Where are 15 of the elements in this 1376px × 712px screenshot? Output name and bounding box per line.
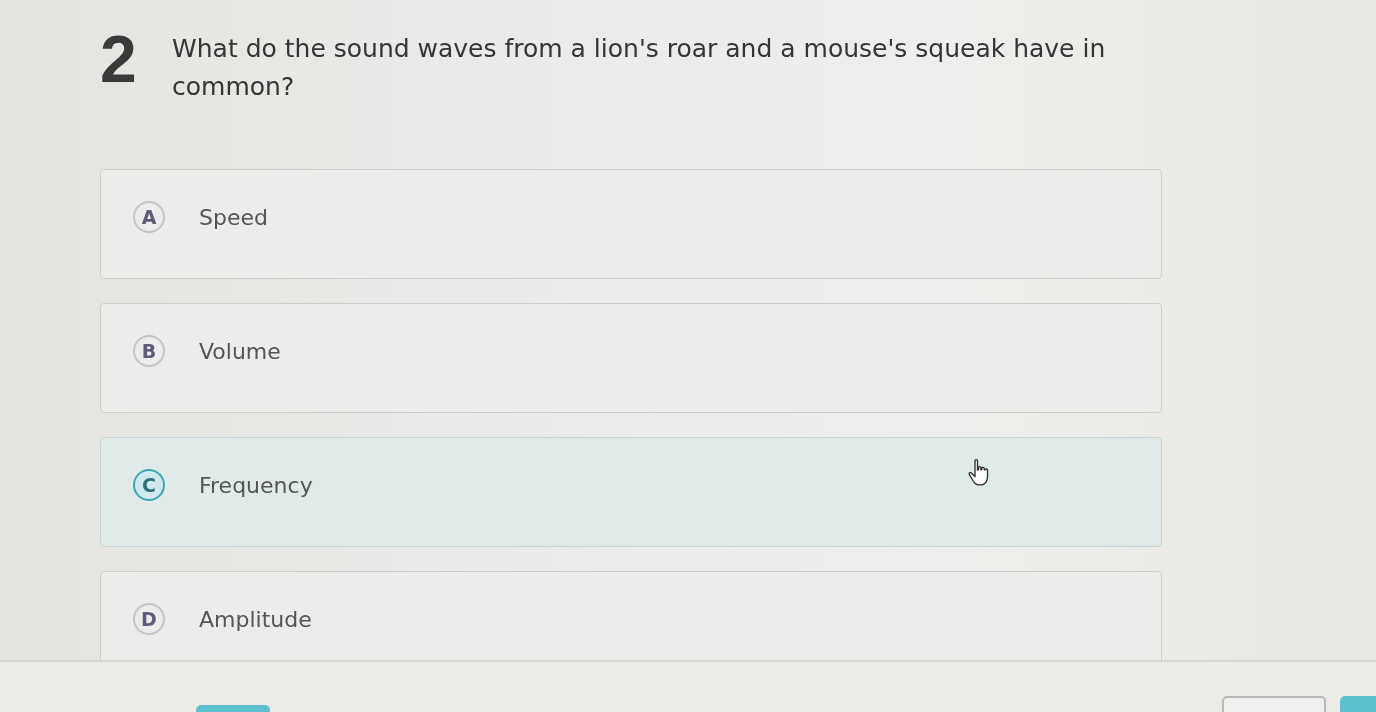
option-letter: A — [133, 201, 165, 233]
answer-option[interactable]: B Volume — [100, 303, 1162, 413]
question-number: 2 — [100, 26, 138, 92]
question-text: What do the sound waves from a lion's roar and a mouse's squeak have in common? — [172, 33, 1107, 103]
option-letter: C — [133, 469, 165, 501]
answer-option[interactable]: A Speed — [100, 169, 1162, 279]
answer-option[interactable]: D Amplitude — [100, 571, 1162, 660]
hand-pointer-icon — [967, 458, 991, 488]
option-text: Speed — [199, 204, 268, 230]
option-text: Amplitude — [199, 606, 312, 632]
option-text: Frequency — [199, 472, 313, 498]
answer-option[interactable]: C Frequency — [100, 437, 1162, 547]
option-text: Volume — [199, 338, 281, 364]
option-letter: B — [133, 335, 165, 367]
option-letter: D — [133, 603, 165, 635]
